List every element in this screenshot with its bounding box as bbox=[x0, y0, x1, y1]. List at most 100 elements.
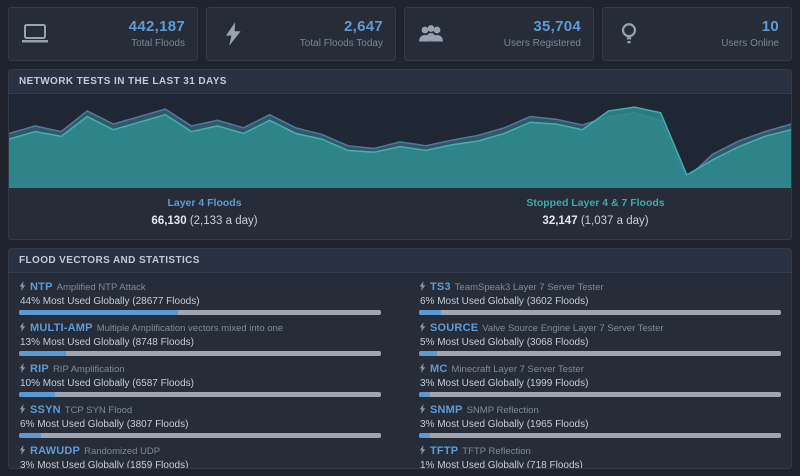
vector-stat: 13% Most Used Globally (8748 Floods) bbox=[20, 337, 194, 348]
vector-item-snmp: SNMP SNMP Reflection 3% Most Used Global… bbox=[419, 403, 781, 438]
legend-layer4-value: 66,130 (2,133 a day) bbox=[151, 215, 258, 227]
vector-desc: Multiple Amplification vectors mixed int… bbox=[96, 323, 284, 334]
stat-card-total-floods: 442,187 Total Floods bbox=[8, 7, 198, 61]
dashboard-page: 442,187 Total Floods 2,647 Total Floods … bbox=[0, 0, 800, 476]
vector-progress-fill bbox=[19, 310, 179, 315]
vector-name: NTP bbox=[30, 281, 53, 293]
vector-desc: RIP Amplification bbox=[52, 364, 125, 375]
stat-card-users-online: 10 Users Online bbox=[602, 7, 792, 61]
users-registered-value: 35,704 bbox=[533, 18, 581, 35]
vector-progress-fill bbox=[19, 433, 41, 438]
laptop-icon bbox=[21, 21, 49, 47]
vector-item-ts3: TS3 TeamSpeak3 Layer 7 Server Tester 6% … bbox=[419, 280, 781, 315]
legend-stopped-value: 32,147 (1,037 a day) bbox=[542, 215, 649, 227]
vector-stat: 44% Most Used Globally (28677 Floods) bbox=[20, 296, 200, 307]
legend-layer4-floods: Layer 4 Floods 66,130 (2,133 a day) bbox=[9, 197, 400, 228]
vector-progress-fill bbox=[19, 351, 67, 356]
users-icon bbox=[417, 21, 445, 47]
vector-progress-fill bbox=[419, 433, 430, 438]
flood-vectors-title: FLOOD VECTORS AND STATISTICS bbox=[9, 249, 791, 273]
users-online-value: 10 bbox=[761, 18, 779, 35]
bolt-icon bbox=[419, 281, 426, 291]
vector-progress-fill bbox=[19, 392, 56, 397]
vector-progress-track bbox=[19, 351, 381, 356]
vectors-right-column: TS3 TeamSpeak3 Layer 7 Server Tester 6% … bbox=[419, 280, 781, 469]
vector-progress-track bbox=[19, 310, 381, 315]
vector-desc: TeamSpeak3 Layer 7 Server Tester bbox=[454, 282, 604, 293]
bolt-icon bbox=[419, 322, 426, 332]
vector-item-source: SOURCE Valve Source Engine Layer 7 Serve… bbox=[419, 321, 781, 356]
vector-stat: 10% Most Used Globally (6587 Floods) bbox=[20, 378, 194, 389]
bolt-icon bbox=[19, 363, 26, 373]
vector-name: RAWUDP bbox=[30, 445, 81, 457]
vector-progress-track bbox=[19, 392, 381, 397]
vector-item-multi-amp: MULTI-AMP Multiple Amplification vectors… bbox=[19, 321, 381, 356]
vector-name: MULTI-AMP bbox=[30, 322, 93, 334]
bolt-icon bbox=[419, 404, 426, 414]
vector-desc: SNMP Reflection bbox=[466, 405, 539, 416]
bolt-icon bbox=[19, 404, 26, 414]
total-floods-today-value: 2,647 bbox=[343, 18, 383, 35]
total-floods-value: 442,187 bbox=[128, 18, 185, 35]
vector-desc: TCP SYN Flood bbox=[64, 405, 133, 416]
bulb-icon bbox=[615, 21, 643, 47]
vector-stat: 6% Most Used Globally (3807 Floods) bbox=[20, 419, 189, 430]
vector-item-rip: RIP RIP Amplification 10% Most Used Glob… bbox=[19, 362, 381, 397]
stat-cards-row: 442,187 Total Floods 2,647 Total Floods … bbox=[8, 7, 792, 61]
stat-card-total-floods-today: 2,647 Total Floods Today bbox=[206, 7, 396, 61]
vector-item-ssyn: SSYN TCP SYN Flood 6% Most Used Globally… bbox=[19, 403, 381, 438]
network-tests-chart bbox=[9, 94, 791, 188]
vector-stat: 6% Most Used Globally (3602 Floods) bbox=[420, 296, 589, 307]
vector-stat: 3% Most Used Globally (1965 Floods) bbox=[420, 419, 589, 430]
flood-vectors-body: NTP Amplified NTP Attack 44% Most Used G… bbox=[9, 273, 791, 469]
vector-desc: Minecraft Layer 7 Server Tester bbox=[451, 364, 584, 375]
vector-stat: 1% Most Used Globally (718 Floods) bbox=[420, 460, 583, 469]
network-tests-chart-area bbox=[9, 94, 791, 188]
vector-progress-track bbox=[419, 433, 781, 438]
network-tests-panel: NETWORK TESTS IN THE LAST 31 DAYS Layer … bbox=[8, 69, 792, 240]
vector-item-mc: MC Minecraft Layer 7 Server Tester 3% Mo… bbox=[419, 362, 781, 397]
users-online-label: Users Online bbox=[721, 38, 779, 49]
vector-progress-track bbox=[419, 392, 781, 397]
vector-progress-track bbox=[19, 433, 381, 438]
vector-progress-track bbox=[419, 351, 781, 356]
users-registered-label: Users Registered bbox=[503, 38, 581, 49]
vectors-left-column: NTP Amplified NTP Attack 44% Most Used G… bbox=[19, 280, 381, 469]
vector-name: TS3 bbox=[430, 281, 451, 293]
vector-stat: 3% Most Used Globally (1999 Floods) bbox=[420, 378, 589, 389]
total-floods-today-label: Total Floods Today bbox=[299, 38, 383, 49]
bolt-icon bbox=[19, 322, 26, 332]
network-tests-title: NETWORK TESTS IN THE LAST 31 DAYS bbox=[9, 70, 791, 94]
vector-desc: Valve Source Engine Layer 7 Server Teste… bbox=[482, 323, 664, 334]
vector-item-rawudp: RAWUDP Randomized UDP 3% Most Used Globa… bbox=[19, 444, 381, 469]
vector-name: RIP bbox=[30, 363, 49, 375]
vector-name: SSYN bbox=[30, 404, 61, 416]
legend-stopped-floods: Stopped Layer 4 & 7 Floods 32,147 (1,037… bbox=[400, 197, 791, 228]
network-tests-legend: Layer 4 Floods 66,130 (2,133 a day) Stop… bbox=[9, 188, 791, 239]
vector-progress-fill bbox=[419, 351, 438, 356]
vector-name: MC bbox=[430, 363, 448, 375]
legend-layer4-label: Layer 4 Floods bbox=[167, 197, 242, 209]
vector-item-ntp: NTP Amplified NTP Attack 44% Most Used G… bbox=[19, 280, 381, 315]
bolt-icon bbox=[219, 21, 247, 47]
bolt-icon bbox=[19, 445, 26, 455]
vector-item-tftp: TFTP TFTP Reflection 1% Most Used Global… bbox=[419, 444, 781, 469]
vector-desc: TFTP Reflection bbox=[462, 446, 531, 457]
total-floods-label: Total Floods bbox=[131, 38, 185, 49]
vector-progress-fill bbox=[419, 392, 430, 397]
vector-progress-fill bbox=[419, 310, 441, 315]
bolt-icon bbox=[19, 281, 26, 291]
vector-desc: Randomized UDP bbox=[84, 446, 161, 457]
vector-name: SNMP bbox=[430, 404, 463, 416]
vector-name: SOURCE bbox=[430, 322, 479, 334]
flood-vectors-panel: FLOOD VECTORS AND STATISTICS NTP Amplifi… bbox=[8, 248, 792, 469]
vector-stat: 5% Most Used Globally (3068 Floods) bbox=[420, 337, 589, 348]
vector-stat: 3% Most Used Globally (1859 Floods) bbox=[20, 460, 189, 469]
legend-stopped-label: Stopped Layer 4 & 7 Floods bbox=[526, 197, 665, 209]
bolt-icon bbox=[419, 445, 426, 455]
bolt-icon bbox=[419, 363, 426, 373]
vector-desc: Amplified NTP Attack bbox=[56, 282, 146, 293]
stat-card-users-registered: 35,704 Users Registered bbox=[404, 7, 594, 61]
vector-progress-track bbox=[419, 310, 781, 315]
vector-name: TFTP bbox=[430, 445, 459, 457]
